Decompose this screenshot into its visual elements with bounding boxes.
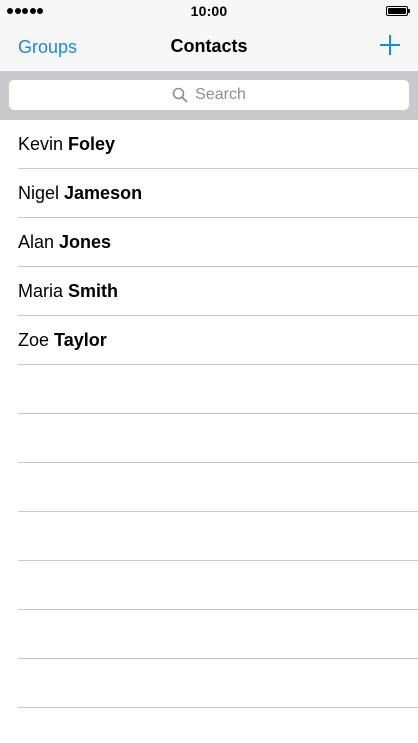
contact-row-zoe-taylor[interactable]: Zoe Taylor [18, 316, 418, 365]
contact-first-name: Zoe [18, 329, 50, 350]
contact-row-alan-jones[interactable]: Alan Jones [18, 218, 418, 267]
contact-first-name: Nigel [18, 182, 60, 203]
search-input[interactable]: Search [9, 80, 409, 110]
search-placeholder: Search [195, 86, 246, 103]
contact-first-name: Kevin [18, 133, 64, 154]
contact-list: Kevin Foley Nigel Jameson Alan Jones Mar… [0, 120, 418, 708]
status-bar: 10:00 [0, 0, 418, 22]
empty-row [18, 512, 418, 561]
empty-row [18, 659, 418, 708]
empty-row [18, 561, 418, 610]
empty-row [18, 610, 418, 659]
contact-row-maria-smith[interactable]: Maria Smith [18, 267, 418, 316]
search-bar: Search [0, 71, 418, 120]
empty-row [18, 414, 418, 463]
plus-icon [376, 31, 404, 59]
battery-full-icon [386, 6, 410, 16]
contact-row-nigel-jameson[interactable]: Nigel Jameson [18, 169, 418, 218]
contact-last-name: Foley [68, 133, 116, 154]
navigation-bar: Groups Contacts [0, 22, 418, 71]
contact-row-kevin-foley[interactable]: Kevin Foley [18, 120, 418, 169]
empty-row [18, 365, 418, 414]
contact-last-name: Jones [59, 231, 112, 252]
add-contact-button[interactable] [376, 31, 404, 59]
magnifier-icon [172, 87, 188, 103]
contact-last-name: Smith [68, 280, 119, 301]
contact-first-name: Alan [18, 231, 55, 252]
contact-last-name: Jameson [64, 182, 143, 203]
contact-first-name: Maria [18, 280, 64, 301]
groups-button[interactable]: Groups [18, 37, 77, 58]
status-time: 10:00 [190, 3, 228, 19]
empty-row [18, 463, 418, 512]
contact-last-name: Taylor [54, 329, 107, 350]
